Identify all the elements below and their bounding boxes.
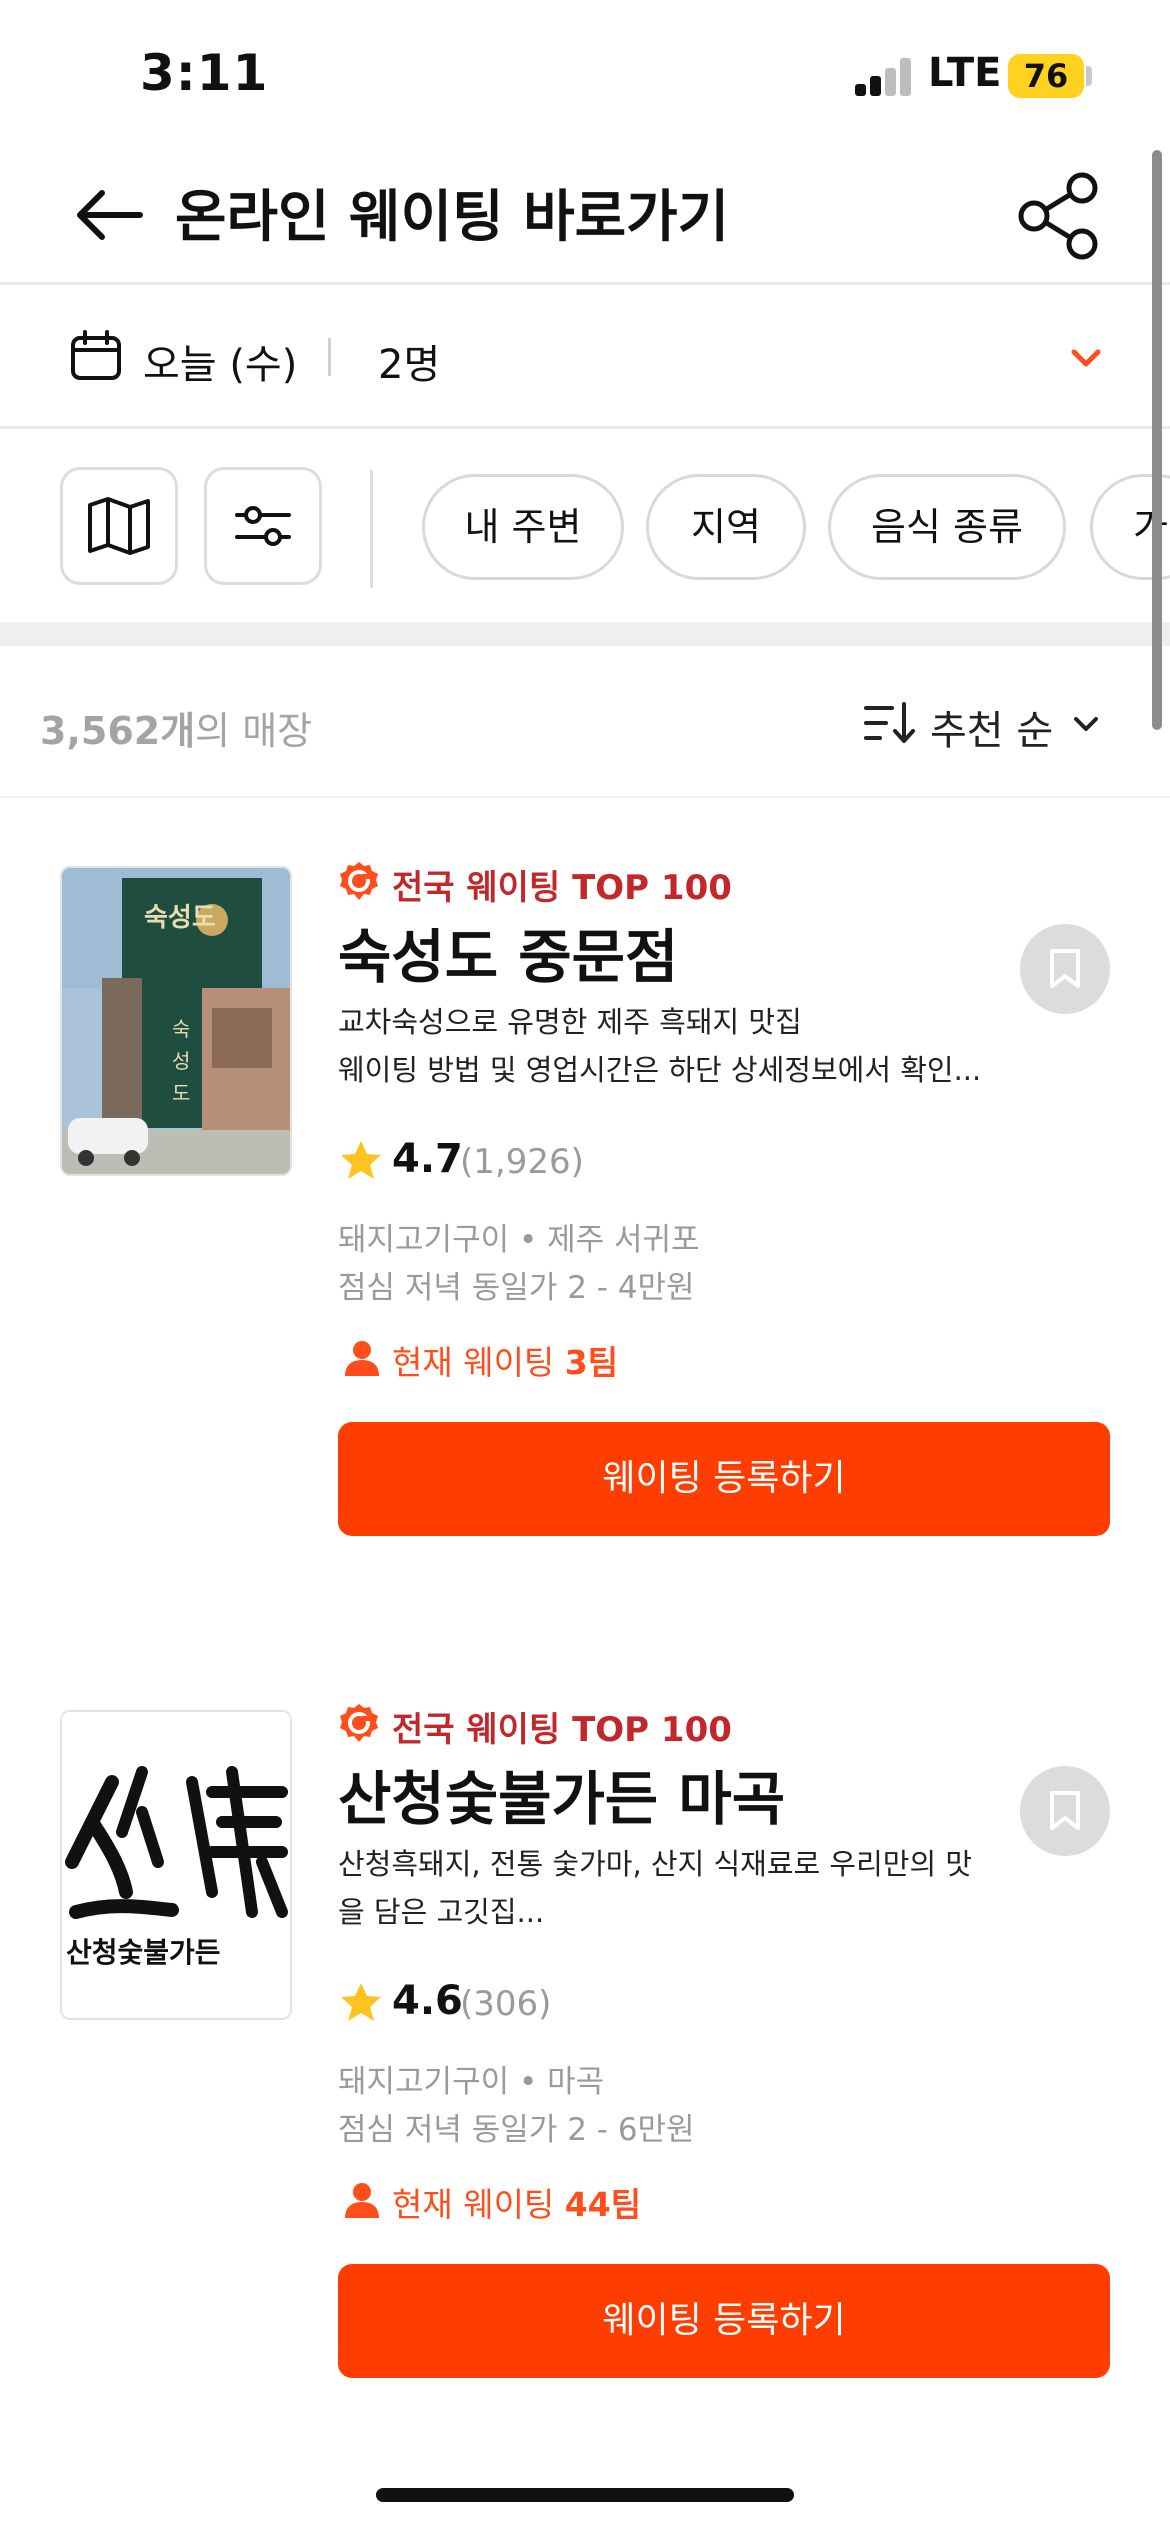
- rating-value: 4.6: [392, 1978, 463, 2024]
- restaurant-thumbnail[interactable]: 산청숯불가든: [60, 1710, 292, 2020]
- sliders-icon: [235, 506, 291, 546]
- building-photo: 숙성도 숙 성 도: [62, 868, 290, 1174]
- register-waiting-button[interactable]: 웨이팅 등록하기: [338, 1422, 1110, 1536]
- status-time: 3:11: [140, 44, 269, 102]
- scrollbar[interactable]: [1152, 150, 1162, 730]
- header-divider: [0, 282, 1170, 285]
- review-count: (1,926): [460, 1142, 584, 1182]
- current-waiting: 현재 웨이팅 44팀: [392, 2185, 642, 2224]
- logo-text: 산청숯불가든: [66, 1936, 221, 1969]
- restaurant-price: 점심 저녁 동일가 2 - 4만원: [338, 1270, 695, 1306]
- restaurant-category: 돼지고기구이 • 마곡: [338, 2064, 605, 2100]
- network-label: LTE: [928, 50, 1002, 96]
- sort-icon: [864, 702, 915, 743]
- signal-icon: [855, 58, 913, 96]
- top100-badge: 전국 웨이팅 TOP 100: [392, 868, 732, 908]
- calendar-icon: [71, 330, 121, 380]
- restaurant-logo: 산청숯불가든: [62, 1712, 290, 2018]
- section-gap: [0, 622, 1170, 646]
- bookmark-icon: [1050, 949, 1080, 988]
- party-size-label[interactable]: 2명: [378, 332, 440, 390]
- booking-divider: [0, 426, 1170, 429]
- chevron-down-icon[interactable]: [1066, 338, 1106, 378]
- restaurant-description: 산청흑돼지, 전통 숯가마, 산지 식재료로 우리만의 맛 을 담은 고깃집..…: [338, 1847, 973, 1929]
- map-view-button[interactable]: [60, 467, 178, 585]
- person-icon: [345, 1341, 379, 1376]
- back-button[interactable]: [60, 170, 160, 260]
- register-waiting-button[interactable]: 웨이팅 등록하기: [338, 2264, 1110, 2378]
- results-divider: [0, 796, 1170, 798]
- sign-vertical-3: 도: [172, 1081, 190, 1105]
- restaurant-category: 돼지고기구이 • 제주 서귀포: [338, 1222, 700, 1258]
- date-divider: [328, 338, 331, 376]
- filter-settings-button[interactable]: [204, 467, 322, 585]
- restaurant-thumbnail[interactable]: 숙성도 숙 성 도: [60, 866, 292, 1176]
- restaurant-name[interactable]: 산청숯불가든 마곡: [338, 1752, 785, 1836]
- rating-value: 4.7: [392, 1136, 463, 1182]
- sign-vertical-1: 숙: [172, 1017, 190, 1041]
- restaurant-price: 점심 저녁 동일가 2 - 6만원: [338, 2112, 695, 2148]
- chip-nearby[interactable]: 내 주변: [422, 474, 624, 580]
- bookmark-button[interactable]: [1020, 924, 1110, 1014]
- restaurant-name[interactable]: 숙성도 중문점: [338, 910, 678, 994]
- sort-chevron-icon[interactable]: [1070, 708, 1102, 740]
- map-icon: [88, 497, 150, 555]
- filter-divider: [370, 470, 373, 588]
- battery-tip: [1086, 66, 1092, 86]
- top100-badge-icon: [340, 862, 378, 900]
- sign-text: 숙성도: [144, 903, 216, 933]
- share-icon: [1018, 172, 1098, 260]
- star-icon: [341, 1983, 381, 2021]
- chip-cuisine[interactable]: 음식 종류: [828, 474, 1066, 580]
- star-icon: [341, 1141, 381, 1179]
- person-icon: [345, 2183, 379, 2218]
- current-waiting: 현재 웨이팅 3팀: [392, 1343, 619, 1382]
- top100-badge: 전국 웨이팅 TOP 100: [392, 1710, 732, 1750]
- top100-badge-icon: [340, 1704, 378, 1742]
- sign-vertical-2: 성: [172, 1049, 190, 1073]
- date-label[interactable]: 오늘 (수): [143, 332, 297, 390]
- restaurant-description: 교차숙성으로 유명한 제주 흑돼지 맛집 웨이팅 방법 및 영업시간은 하단 상…: [338, 1005, 982, 1087]
- result-count: 3,562개의 매장: [40, 709, 313, 753]
- home-indicator[interactable]: [376, 2488, 794, 2502]
- review-count: (306): [460, 1984, 552, 2024]
- share-button[interactable]: [1012, 168, 1108, 264]
- sort-label[interactable]: 추천 순: [930, 698, 1053, 756]
- battery-icon: 76: [1008, 54, 1084, 98]
- chip-region[interactable]: 지역: [646, 474, 806, 580]
- bookmark-button[interactable]: [1020, 1766, 1110, 1856]
- bookmark-icon: [1050, 1791, 1080, 1830]
- page-title: 온라인 웨이팅 바로가기: [175, 185, 730, 250]
- arrow-left-icon: [77, 190, 143, 240]
